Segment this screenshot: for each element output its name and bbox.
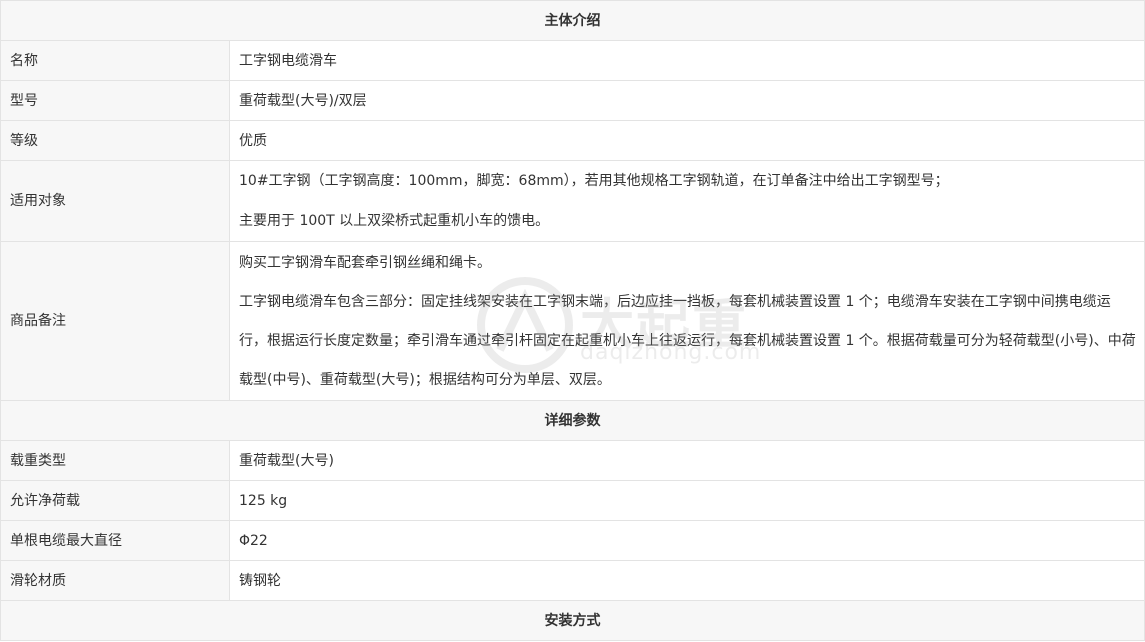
table-row: 适用对象 10#工字钢（工字钢高度：100mm，脚宽：68mm），若用其他规格工… xyxy=(0,160,1145,242)
applicable-line: 10#工字钢（工字钢高度：100mm，脚宽：68mm），若用其他规格工字钢轨道，… xyxy=(239,173,949,189)
row-label: 名称 xyxy=(0,40,230,81)
row-value: 购买工字钢滑车配套牵引钢丝绳和绳卡。 工字钢电缆滑车包含三部分：固定挂线架安装在… xyxy=(229,241,1145,401)
remarks-line: 购买工字钢滑车配套牵引钢丝绳和绳卡。 xyxy=(239,254,491,271)
table-row: 滑轮材质 铸钢轮 xyxy=(0,560,1145,601)
row-value: 125 kg xyxy=(229,480,1145,521)
row-label: 等级 xyxy=(0,120,230,161)
row-value: 10#工字钢（工字钢高度：100mm，脚宽：68mm），若用其他规格工字钢轨道，… xyxy=(229,160,1145,242)
row-label: 型号 xyxy=(0,80,230,121)
row-value: 重荷载型(大号) xyxy=(229,440,1145,481)
row-value: Φ22 xyxy=(229,520,1145,561)
table-row: 等级 优质 xyxy=(0,120,1145,161)
row-value: 铸钢轮 xyxy=(229,560,1145,601)
row-label: 适用对象 xyxy=(0,160,230,242)
row-value: 优质 xyxy=(229,120,1145,161)
spec-table: 主体介绍 名称 工字钢电缆滑车 型号 重荷载型(大号)/双层 等级 优质 适用对… xyxy=(0,0,1145,641)
table-row: 商品备注 购买工字钢滑车配套牵引钢丝绳和绳卡。 工字钢电缆滑车包含三部分：固定挂… xyxy=(0,241,1145,401)
section-header-intro: 主体介绍 xyxy=(0,0,1145,41)
applicable-line: 主要用于 100T 以上双梁桥式起重机小车的馈电。 xyxy=(239,213,550,229)
row-label: 单根电缆最大直径 xyxy=(0,520,230,561)
table-row: 单根电缆最大直径 Φ22 xyxy=(0,520,1145,561)
row-label: 载重类型 xyxy=(0,440,230,481)
section-title: 主体介绍 xyxy=(0,0,1145,41)
section-header-params: 详细参数 xyxy=(0,400,1145,441)
table-row: 型号 重荷载型(大号)/双层 xyxy=(0,80,1145,121)
row-label: 商品备注 xyxy=(0,241,230,401)
row-label: 滑轮材质 xyxy=(0,560,230,601)
table-row: 载重类型 重荷载型(大号) xyxy=(0,440,1145,481)
section-header-install: 安装方式 xyxy=(0,600,1145,641)
row-value: 重荷载型(大号)/双层 xyxy=(229,80,1145,121)
table-row: 允许净荷载 125 kg xyxy=(0,480,1145,521)
row-label: 允许净荷载 xyxy=(0,480,230,521)
table-row: 名称 工字钢电缆滑车 xyxy=(0,40,1145,81)
section-title: 安装方式 xyxy=(0,600,1145,641)
section-title: 详细参数 xyxy=(0,400,1145,441)
row-value: 工字钢电缆滑车 xyxy=(229,40,1145,81)
remarks-line: 工字钢电缆滑车包含三部分：固定挂线架安装在工字钢末端，后边应挂一挡板，每套机械装… xyxy=(239,293,1136,388)
